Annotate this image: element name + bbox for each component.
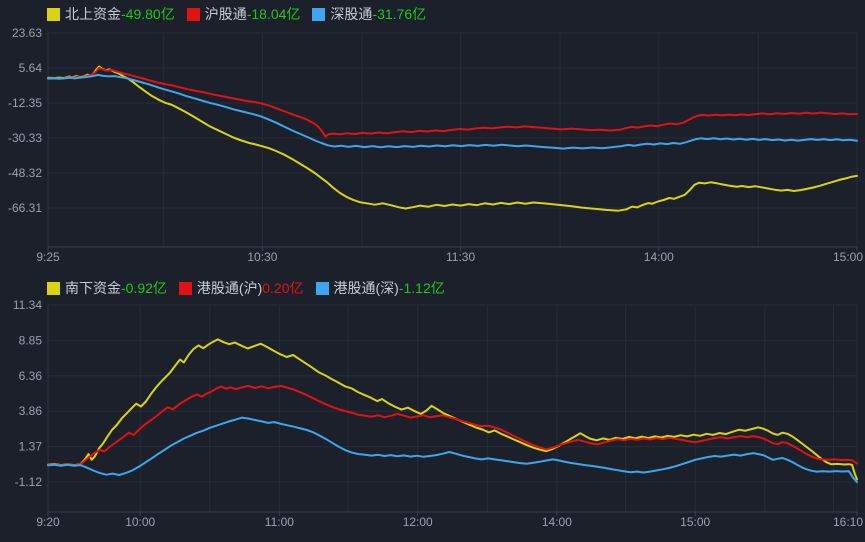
northbound-legend: 北上资金 -49.80亿 沪股通 -18.04亿 深股通 -31.76亿 (47, 7, 426, 22)
y-axis-tick-label: -1.12 (15, 475, 43, 489)
southbound-chart-svg[interactable]: 11.34 8.85 6.36 3.86 1.37 -1.12 9:20 10:00 11:00… (0, 272, 865, 542)
hk-connect-sz-swatch-icon (316, 282, 329, 295)
legend-item-sh-connect: 沪股通 -18.04亿 (187, 7, 301, 22)
legend-label: 南下资金 (65, 281, 121, 296)
x-axis-tick-label: 9:20 (36, 515, 60, 529)
x-axis-tick-label: 14:00 (644, 250, 674, 264)
southbound-legend: 南下资金 -0.92亿 港股通(沪) 0.20亿 港股通(深) -1.12亿 (47, 281, 445, 296)
legend-label: 港股通(深) (334, 281, 399, 296)
y-axis-tick-label: 5.64 (19, 61, 43, 75)
y-axis-tick-label: 8.85 (19, 333, 43, 347)
y-axis-tick-label: 6.36 (19, 369, 43, 383)
legend-value: -31.76亿 (372, 7, 426, 22)
legend-value: -1.12亿 (399, 281, 445, 296)
legend-item-hk-connect-sz: 港股通(深) -1.12亿 (316, 281, 445, 296)
southbound-total-swatch-icon (47, 282, 60, 295)
legend-item-hk-connect-sh: 港股通(沪) 0.20亿 (179, 281, 304, 296)
x-axis-tick-label: 11:00 (265, 515, 294, 529)
series-line (48, 339, 857, 479)
northbound-chart-svg[interactable]: 23.63 5.64 -12.35 -30.33 -48.32 -66.31 9:25 10:… (0, 0, 865, 270)
y-axis-tick-label: 3.86 (19, 404, 43, 418)
x-axis-tick-label: 16:10 (833, 515, 863, 529)
x-axis-tick-label: 11:30 (446, 250, 475, 264)
x-axis-tick-label: 15:00 (833, 250, 863, 264)
y-axis-tick-label: -66.31 (8, 201, 42, 215)
series-line (48, 68, 857, 137)
legend-value: -18.04亿 (247, 7, 301, 22)
legend-item-sz-connect: 深股通 -31.76亿 (312, 7, 426, 22)
y-axis-tick-label: -12.35 (8, 96, 42, 110)
southbound-chart-section: 南下资金 -0.92亿 港股通(沪) 0.20亿 港股通(深) -1.12亿 1… (0, 272, 865, 542)
legend-item-southbound-total: 南下资金 -0.92亿 (47, 281, 167, 296)
y-axis-tick-label: -30.33 (8, 131, 42, 145)
y-axis-tick-label: 11.34 (13, 298, 42, 312)
capital-flow-panel: 北上资金 -49.80亿 沪股通 -18.04亿 深股通 -31.76亿 23.… (0, 0, 865, 542)
legend-item-northbound-total: 北上资金 -49.80亿 (47, 7, 175, 22)
hk-connect-sh-swatch-icon (179, 282, 192, 295)
x-axis-tick-label: 14:00 (542, 515, 572, 529)
legend-label: 港股通(沪) (197, 281, 262, 296)
x-axis-tick-label: 9:25 (36, 250, 60, 264)
x-axis-tick-label: 12:00 (403, 515, 433, 529)
legend-label: 北上资金 (65, 7, 121, 22)
series-line (48, 418, 857, 483)
legend-label: 沪股通 (205, 7, 247, 22)
y-axis-tick-label: 1.37 (19, 440, 43, 454)
x-axis-tick-label: 15:00 (680, 515, 710, 529)
x-axis-tick-label: 10:30 (247, 250, 277, 264)
legend-value: -0.92亿 (121, 281, 167, 296)
legend-value: -49.80亿 (121, 7, 175, 22)
northbound-total-swatch-icon (47, 8, 60, 21)
y-axis-tick-label: -48.32 (8, 166, 42, 180)
sz-connect-swatch-icon (312, 8, 325, 21)
northbound-chart-section: 北上资金 -49.80亿 沪股通 -18.04亿 深股通 -31.76亿 23.… (0, 0, 865, 270)
legend-label: 深股通 (330, 7, 372, 22)
sh-connect-swatch-icon (187, 8, 200, 21)
x-axis-tick-label: 10:00 (125, 515, 155, 529)
y-axis-tick-label: 23.63 (12, 26, 42, 40)
legend-value: 0.20亿 (262, 281, 303, 296)
